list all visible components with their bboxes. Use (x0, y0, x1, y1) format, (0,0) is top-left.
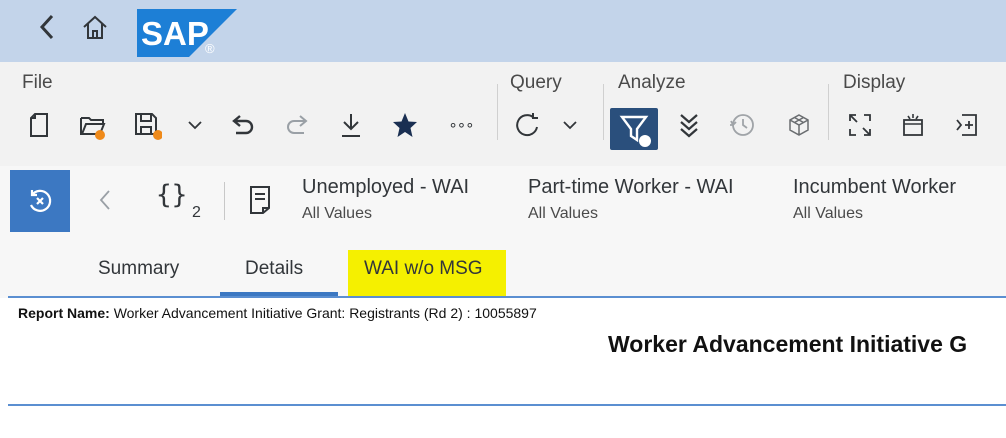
registered-mark: ® (205, 41, 215, 56)
variables-count: 2 (192, 204, 201, 221)
filter-chip-value: All Values (793, 205, 863, 222)
report-name-value: Worker Advancement Initiative Grant: Reg… (113, 305, 537, 321)
section-divider (8, 296, 1006, 298)
filter-chip-title: Unemployed - WAI (302, 176, 470, 198)
section-divider (8, 404, 1006, 406)
shell-bar: SAP ® (0, 0, 1006, 62)
group-label-file: File (22, 72, 53, 93)
toolbar: File Query Analyze Display ∘∘∘ (0, 62, 1006, 166)
filter-chip-title: Part-time Worker - WAI (528, 176, 734, 198)
history-icon[interactable] (728, 110, 758, 140)
tab-details[interactable]: Details (245, 258, 303, 280)
document-icon[interactable] (248, 184, 272, 216)
redo-icon[interactable] (282, 110, 312, 140)
home-icon[interactable] (80, 12, 110, 42)
report-name: Report Name: Worker Advancement Initiati… (18, 305, 537, 321)
group-label-analyze: Analyze (618, 72, 686, 93)
sap-logo[interactable]: SAP ® (137, 9, 237, 57)
reset-filter-icon (29, 189, 52, 212)
toolbar-separator (828, 84, 829, 140)
reset-filters-button[interactable] (10, 170, 70, 232)
filter-chip-incumbent-worker[interactable]: Incumbent Worker All Values (793, 176, 956, 223)
tab-wai-without-msg[interactable]: WAI w/o MSG (364, 258, 483, 280)
filter-chip-value: All Values (302, 205, 372, 222)
new-window-icon[interactable] (898, 110, 928, 140)
filter-chip-unemployed[interactable]: Unemployed - WAI All Values (302, 176, 469, 223)
tab-summary[interactable]: Summary (98, 258, 179, 280)
drill-down-icon[interactable] (674, 110, 704, 140)
group-label-display: Display (843, 72, 906, 93)
refresh-icon[interactable] (512, 110, 542, 140)
filter-separator (224, 182, 225, 220)
group-label-query: Query (510, 72, 562, 93)
favorite-star-icon[interactable] (390, 110, 420, 140)
report-title: Worker Advancement Initiative G (608, 331, 968, 357)
fullscreen-icon[interactable] (845, 110, 875, 140)
download-icon[interactable] (336, 110, 366, 140)
save-icon[interactable] (132, 110, 162, 140)
filter-chip-value: All Values (528, 205, 598, 222)
filter-bar: {} 2 Unemployed - WAI All Values Part-ti… (0, 166, 1006, 236)
save-options-chevron-down-icon[interactable] (180, 110, 210, 140)
filter-icon (619, 115, 651, 147)
filter-back-icon[interactable] (94, 186, 116, 214)
query-chevron-down-icon[interactable] (555, 110, 585, 140)
open-folder-icon[interactable] (78, 110, 108, 140)
undo-icon[interactable] (228, 110, 258, 140)
toolbar-separator (603, 84, 604, 140)
variables-braces-icon[interactable]: {} (156, 180, 187, 210)
report-name-label: Report Name: (18, 305, 110, 321)
toolbar-separator (497, 84, 498, 140)
sap-logo-text: SAP (141, 15, 209, 52)
cube-icon[interactable] (784, 110, 814, 140)
filter-chip-title: Incumbent Worker (793, 176, 957, 198)
more-icon[interactable]: ∘∘∘ (446, 110, 476, 140)
add-panel-icon[interactable] (952, 110, 982, 140)
new-document-icon[interactable] (24, 110, 54, 140)
filter-chip-part-time-worker[interactable]: Part-time Worker - WAI All Values (528, 176, 734, 223)
back-icon[interactable] (34, 12, 62, 42)
filter-button-active[interactable] (610, 108, 658, 150)
